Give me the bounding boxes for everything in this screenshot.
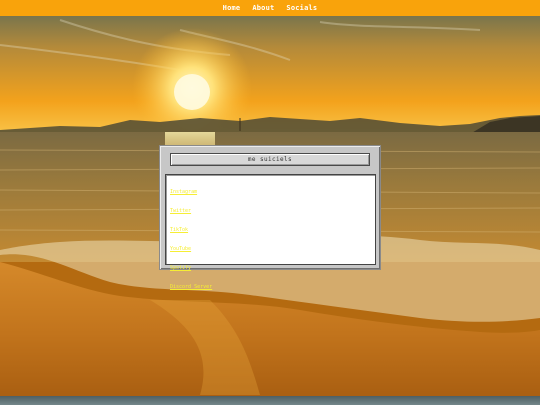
social-link-list: Instagram Twitter TikTok YouTube Spotify…	[170, 178, 371, 292]
nav-link-socials[interactable]: Socials	[286, 4, 317, 12]
social-link-spotify[interactable]: Spotify	[170, 265, 191, 271]
window-content-panel: Instagram Twitter TikTok YouTube Spotify…	[165, 174, 376, 290]
social-link-discord[interactable]: Discord Server	[170, 284, 212, 290]
social-link-youtube[interactable]: YouTube	[170, 246, 191, 252]
bottom-strip	[0, 396, 540, 405]
window-title-bar: me suiciels	[170, 153, 370, 166]
social-link-twitter[interactable]: Twitter	[170, 208, 191, 214]
nav-link-home[interactable]: Home	[223, 4, 241, 12]
social-link-instagram[interactable]: Instagram	[170, 189, 197, 195]
top-nav-bar: Home About Socials	[0, 0, 540, 16]
social-link-tiktok[interactable]: TikTok	[170, 227, 188, 233]
nav-link-about[interactable]: About	[252, 4, 274, 12]
window-title: me suiciels	[247, 156, 293, 163]
socials-window: me suiciels Instagram Twitter TikTok You…	[159, 145, 381, 290]
